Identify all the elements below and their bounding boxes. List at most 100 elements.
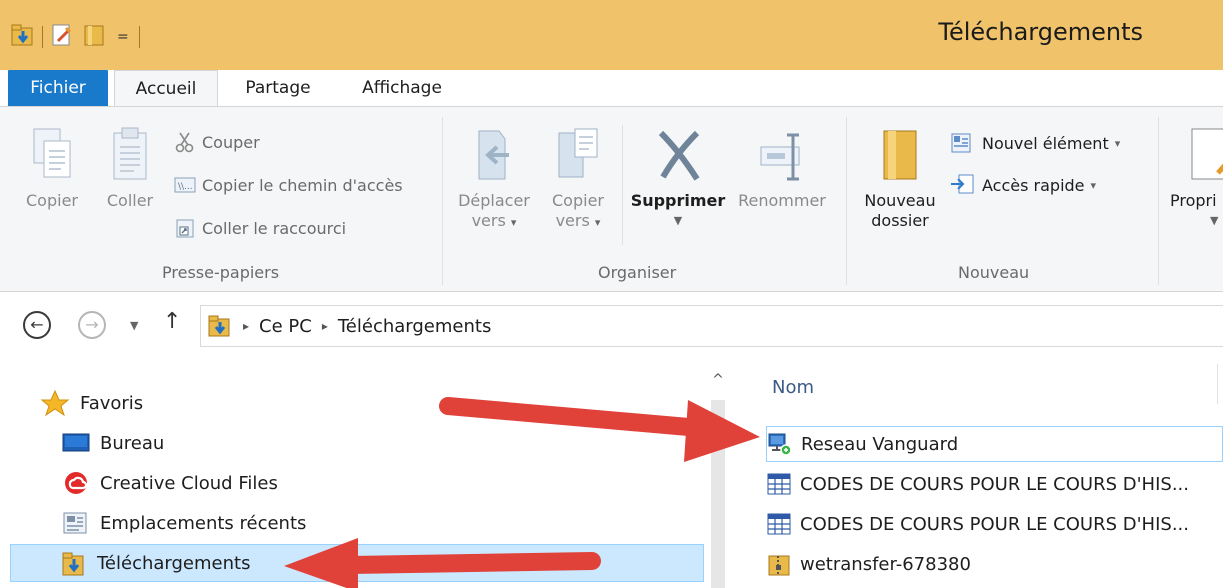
- nav-item-desktop[interactable]: Bureau: [62, 424, 164, 462]
- breadcrumb-this-pc[interactable]: Ce PC: [259, 316, 312, 337]
- copy-to-label: Copier vers ▾: [540, 191, 616, 233]
- nav-scrollbar[interactable]: ^: [706, 364, 730, 588]
- tab-file[interactable]: Fichier: [8, 70, 108, 107]
- chevron-right-icon[interactable]: ▸: [322, 319, 328, 333]
- copy-to-label-line1: Copier: [552, 191, 604, 210]
- file-row[interactable]: wetransfer-678380: [766, 546, 1223, 582]
- desktop-icon: [62, 433, 90, 452]
- back-button[interactable]: ←: [23, 311, 51, 339]
- recent-locations-dropdown[interactable]: ▼: [130, 319, 138, 332]
- nav-item-label: Favoris: [80, 392, 144, 414]
- copy-button[interactable]: Copier: [20, 125, 84, 211]
- tab-view[interactable]: Affichage: [344, 70, 460, 107]
- chevron-down-icon: ▼: [1210, 214, 1219, 227]
- forward-button[interactable]: →: [78, 311, 106, 339]
- scroll-up-button[interactable]: ^: [706, 372, 730, 388]
- copy-icon: [33, 128, 71, 178]
- paste-shortcut-button[interactable]: Coller le raccourci: [174, 217, 346, 239]
- file-name: CODES DE COURS POUR LE COURS D'HIS...: [800, 513, 1189, 535]
- tab-home[interactable]: Accueil: [114, 70, 218, 108]
- easy-access-icon: [951, 174, 974, 194]
- file-row[interactable]: CODES DE COURS POUR LE COURS D'HIS...: [766, 466, 1223, 502]
- clipboard-group-label: Presse-papiers: [162, 263, 280, 282]
- paste-shortcut-label: Coller le raccourci: [202, 218, 347, 238]
- properties-icon[interactable]: [49, 22, 75, 52]
- scissors-icon: [175, 132, 194, 153]
- new-folder-button[interactable]: Nouveau dossier: [852, 125, 948, 231]
- properties-label: Propri: [1170, 191, 1217, 210]
- paste-button[interactable]: Coller: [98, 125, 162, 211]
- chevron-down-icon: ▾: [594, 216, 601, 229]
- nav-item-label: Téléchargements: [97, 552, 251, 574]
- clipboard-icon: [113, 127, 147, 180]
- nav-item-label: Emplacements récents: [100, 512, 307, 534]
- back-arrow-icon: ←: [30, 315, 44, 334]
- file-name: CODES DE COURS POUR LE COURS D'HIS...: [800, 473, 1189, 495]
- cut-label: Couper: [202, 132, 260, 152]
- chevron-down-icon: ▾: [1090, 178, 1097, 192]
- column-separator[interactable]: [1217, 364, 1218, 404]
- chevron-right-icon[interactable]: ▸: [243, 319, 249, 333]
- nav-item-downloads[interactable]: Téléchargements: [10, 544, 704, 582]
- properties-icon: [1191, 128, 1223, 180]
- scrollbar-thumb[interactable]: [711, 400, 725, 588]
- copy-path-label: Copier le chemin d'accès: [202, 175, 403, 195]
- file-name: wetransfer-678380: [800, 553, 971, 575]
- up-arrow-icon: ↑: [163, 309, 182, 334]
- address-bar[interactable]: ▸ Ce PC ▸ Téléchargements: [200, 305, 1223, 347]
- rename-button[interactable]: Renommer: [730, 125, 834, 211]
- properties-button[interactable]: Propri ▼: [1166, 125, 1223, 231]
- nav-item-label: Creative Cloud Files: [100, 472, 278, 494]
- customize-toolbar-dropdown[interactable]: =: [113, 29, 133, 45]
- file-row-reseau-vanguard[interactable]: Reseau Vanguard: [766, 426, 1223, 462]
- downloads-folder-icon: [208, 315, 230, 337]
- copy-to-icon: [558, 128, 598, 178]
- new-folder-icon: [883, 130, 917, 180]
- breadcrumb-downloads[interactable]: Téléchargements: [338, 316, 491, 337]
- copy-path-icon: \\...: [174, 177, 196, 193]
- file-name: Reseau Vanguard: [801, 433, 959, 455]
- nav-item-favorites[interactable]: Favoris: [40, 384, 143, 422]
- chevron-down-icon: ▼: [673, 214, 683, 227]
- copy-path-button[interactable]: \\... Copier le chemin d'accès: [174, 175, 403, 195]
- ribbon: Copier Coller Couper \\... Copier le che…: [0, 106, 1223, 292]
- copy-label: Copier: [26, 191, 78, 210]
- copy-to-label-line2: vers: [555, 211, 590, 230]
- move-to-label-line2: vers: [471, 211, 506, 230]
- creative-cloud-icon: [65, 472, 88, 494]
- easy-access-button[interactable]: Accès rapide ▾: [950, 173, 1096, 197]
- downloads-folder-icon[interactable]: [10, 22, 36, 52]
- paste-label: Coller: [106, 191, 154, 210]
- tab-share[interactable]: Partage: [226, 70, 330, 107]
- group-separator: [846, 117, 847, 285]
- new-item-button[interactable]: Nouvel élément ▾: [950, 131, 1120, 155]
- star-icon: [40, 389, 70, 417]
- delete-button[interactable]: Supprimer ▼: [628, 125, 728, 231]
- move-to-button[interactable]: Déplacer vers ▾: [452, 125, 536, 233]
- nav-item-recent-places[interactable]: Emplacements récents: [62, 504, 306, 542]
- new-folder-label-line1: Nouveau: [864, 191, 936, 210]
- file-list: Nom Reseau Vanguard CODES DE COURS POUR …: [752, 364, 1223, 588]
- cut-button[interactable]: Couper: [174, 131, 260, 153]
- move-to-label: Déplacer vers ▾: [452, 191, 536, 233]
- svg-text:\\...: \\...: [178, 182, 193, 192]
- new-item-icon: [951, 133, 971, 153]
- chevron-down-icon: ▾: [510, 216, 517, 229]
- organize-group-label: Organiser: [598, 263, 677, 282]
- copy-to-button[interactable]: Copier vers ▾: [540, 125, 616, 233]
- move-to-label-line1: Déplacer: [458, 191, 530, 210]
- title-bar: = Téléchargements: [0, 0, 1223, 70]
- downloads-folder-icon: [62, 552, 84, 576]
- file-row[interactable]: CODES DE COURS POUR LE COURS D'HIS...: [766, 506, 1223, 542]
- zip-folder-icon: [768, 555, 790, 576]
- easy-access-label: Accès rapide: [982, 175, 1085, 195]
- toolbar-separator: [138, 26, 140, 48]
- group-separator: [442, 117, 443, 285]
- column-header-name[interactable]: Nom: [772, 377, 814, 398]
- spreadsheet-icon: [767, 513, 791, 535]
- nav-item-creative-cloud[interactable]: Creative Cloud Files: [62, 464, 278, 502]
- up-button[interactable]: ↑: [163, 309, 181, 334]
- address-row: ← → ▼ ↑ ▸ Ce PC ▸ Téléchargements: [0, 292, 1223, 364]
- new-folder-icon[interactable]: [81, 22, 107, 52]
- rename-label: Renommer: [738, 191, 826, 210]
